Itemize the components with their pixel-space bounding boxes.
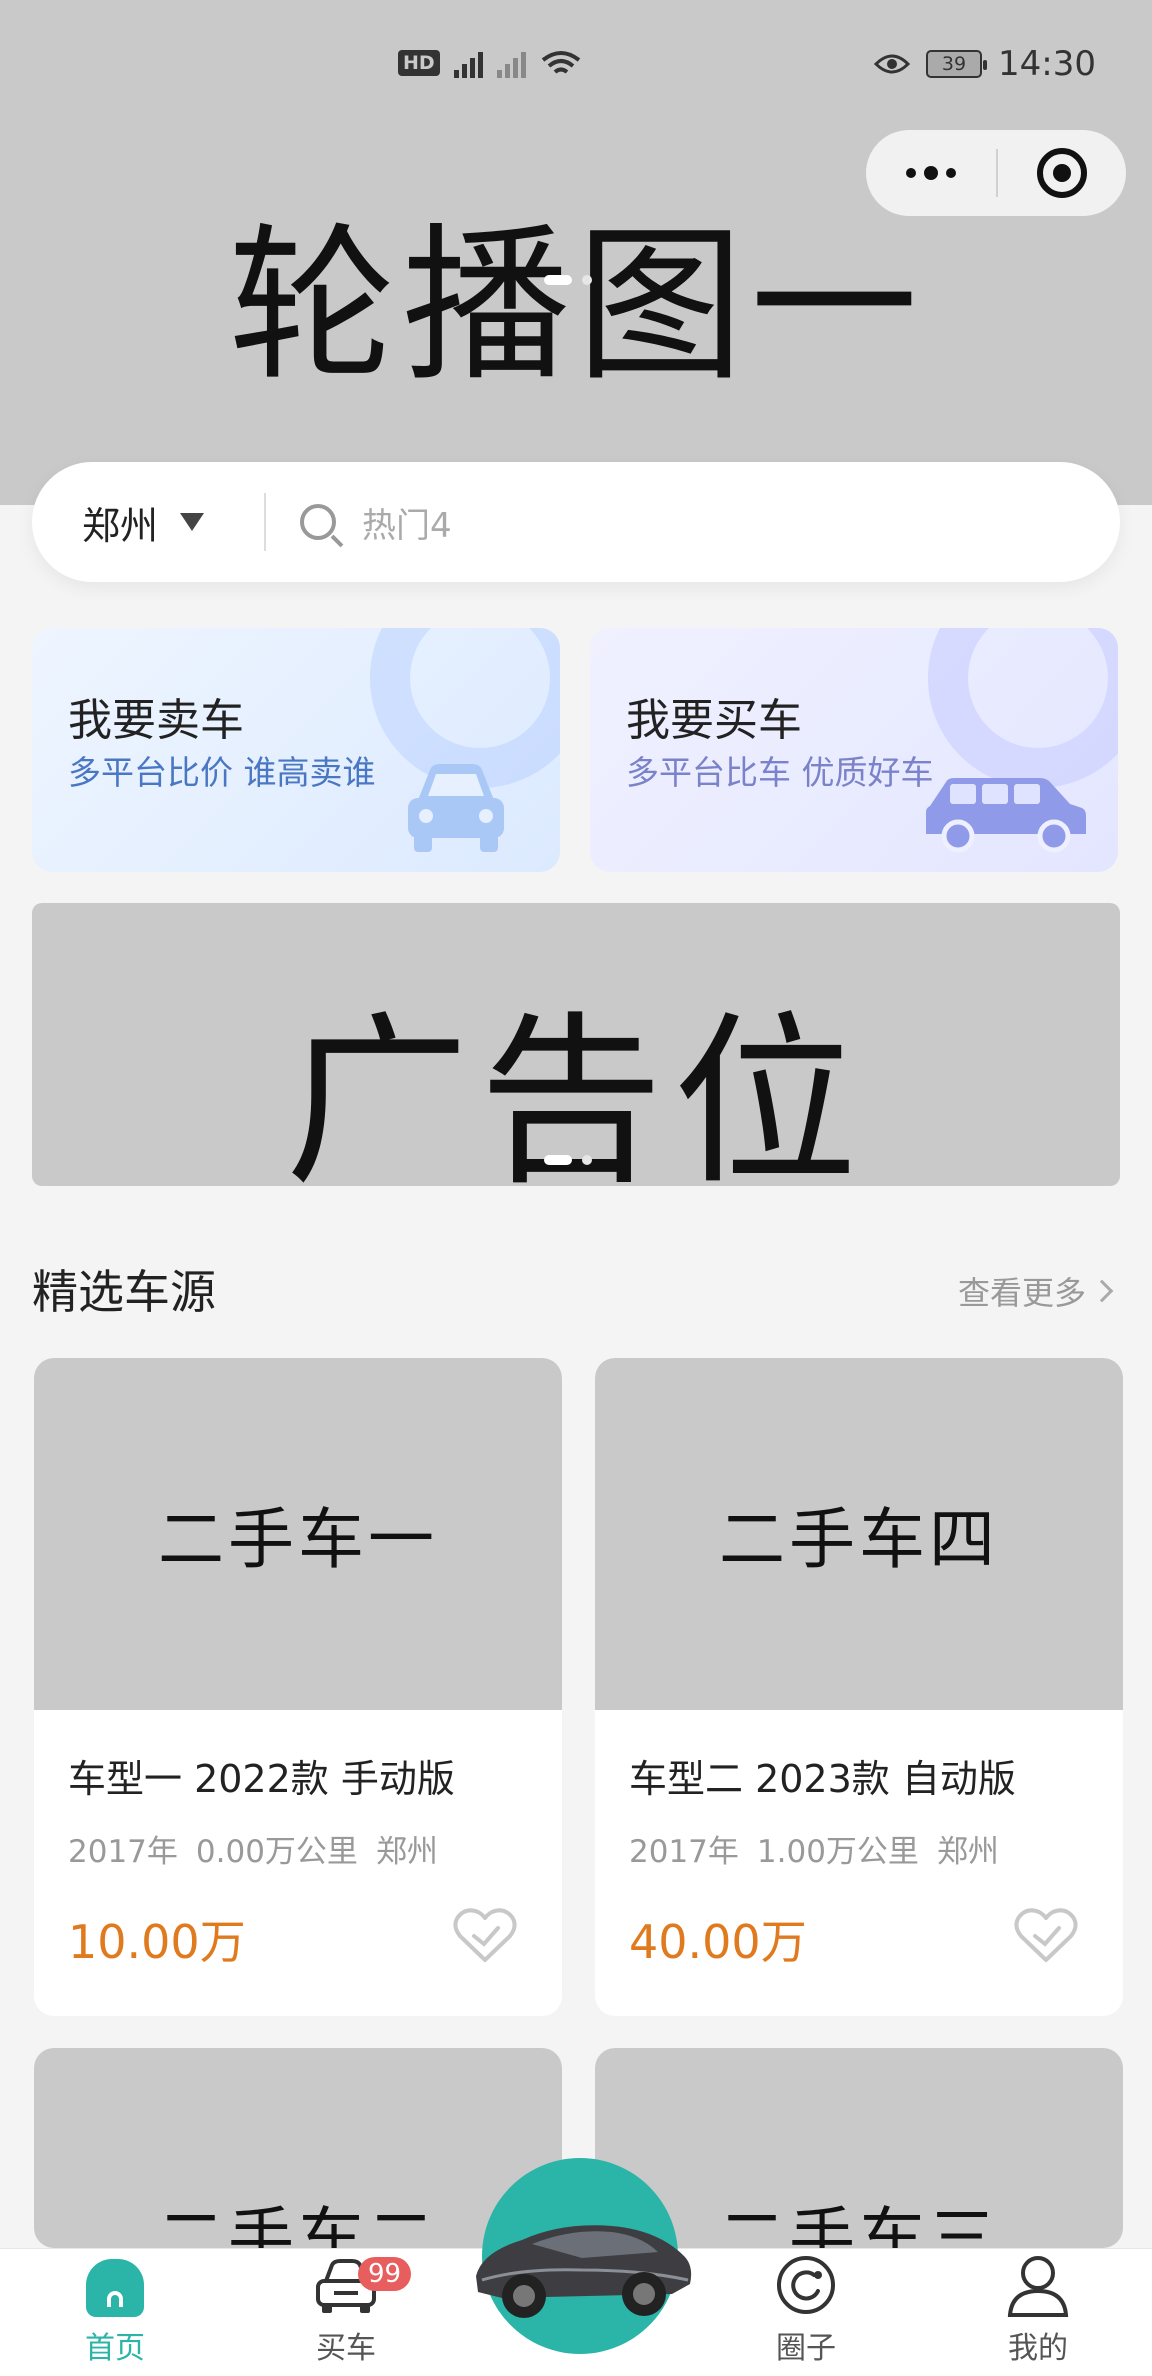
decorative-ring [928,628,1118,788]
buy-car-subtitle: 多平台比车 优质好车 [626,753,934,792]
center-car-button[interactable] [476,2158,692,2354]
miniprogram-capsule [866,130,1126,216]
circle-icon [777,2256,835,2314]
ad-dots [544,1155,592,1165]
tab-buy-car[interactable]: 买车 99 [266,2249,426,2376]
search-bar: 郑州 热门4 [32,462,1120,582]
car-image: 二手车四 [595,1358,1123,1710]
sports-car-icon [476,2225,692,2318]
notification-badge: 99 [358,2257,412,2291]
buy-car-card[interactable]: 我要买车 多平台比车 优质好车 [590,628,1118,872]
car-meta: 2017年 1.00万公里 郑州 [629,1826,999,1871]
user-icon [1007,2256,1069,2317]
caret-down-icon [180,513,205,531]
signal-icon [453,48,483,78]
target-icon [1037,148,1087,198]
sell-car-card[interactable]: 我要卖车 多平台比价 谁高卖谁 [32,628,560,872]
eye-icon [874,54,911,74]
view-more-label: 查看更多 [957,1274,1086,1312]
car-meta: 2017年 0.00万公里 郑州 [68,1826,438,1871]
banner-dots [544,275,592,285]
view-more-link[interactable]: 查看更多 [957,1268,1114,1314]
favorite-heart-icon[interactable] [452,1906,518,1966]
tab-home[interactable]: 首页 [35,2249,195,2376]
section-title: 精选车源 [32,1265,216,1319]
car-image: 二手车一 [34,1358,562,1710]
signal-weak-icon [496,48,526,78]
hd-indicator: HD [398,50,440,76]
car-city: 郑州 [936,1834,999,1870]
search-input[interactable]: 热门4 [300,462,1120,582]
carousel-dot-active [544,275,572,285]
ad-carousel[interactable]: 广告位 [32,903,1120,1210]
favorite-heart-icon[interactable] [1013,1906,1079,1966]
suv-side-icon [926,778,1086,853]
search-placeholder: 热门4 [362,505,452,546]
sell-car-title: 我要卖车 [68,695,244,746]
tab-profile-label: 我的 [1008,2331,1068,2366]
dot-icon [906,168,916,178]
car-image-label: 二手车三 [719,2200,999,2249]
carousel-dot [582,1155,592,1165]
status-right: 39 14:30 [874,44,1096,84]
car-price: 40.00万 [629,1915,807,1969]
ad-title: 广告位 [284,996,867,1210]
car-price: 10.00万 [68,1915,246,1969]
search-icon [300,504,336,540]
tab-profile[interactable]: 我的 [958,2249,1118,2376]
home-icon [86,2259,144,2317]
car-front-icon [408,764,504,852]
car-mileage: 0.00万公里 [195,1834,358,1870]
wifi-icon [541,51,580,74]
tab-circle-label: 圈子 [776,2331,836,2366]
car-card[interactable]: 二手车一 车型一 2022款 手动版 2017年 0.00万公里 郑州 10.0… [34,1358,562,2016]
car-mileage: 1.00万公里 [756,1834,919,1870]
sell-car-subtitle: 多平台比价 谁高卖谁 [68,753,376,792]
car-image-label: 二手车二 [158,2200,438,2249]
tab-home-label: 首页 [85,2331,145,2366]
car-title: 车型二 2023款 自动版 [629,1757,1016,1801]
car-city: 郑州 [375,1834,438,1870]
city-selector[interactable]: 郑州 [32,495,264,550]
dot-icon [946,168,956,178]
dot-icon [924,166,938,180]
battery-icon: 39 [926,50,988,78]
tab-buy-car-label: 买车 [316,2331,376,2366]
chevron-right-icon [1090,1279,1114,1303]
network-indicators: HD [398,48,582,78]
buy-car-title: 我要买车 [626,695,802,746]
more-options-button[interactable] [866,130,996,216]
car-year: 2017年 [68,1834,178,1870]
search-divider [264,493,266,551]
car-title: 车型一 2022款 手动版 [68,1757,455,1801]
status-bar: HD 39 14:30 [0,0,1152,130]
carousel-dot [582,275,592,285]
car-card[interactable]: 二手车四 车型二 2023款 自动版 2017年 1.00万公里 郑州 40.0… [595,1358,1123,2016]
carousel-dot-active [544,1155,572,1165]
city-label: 郑州 [82,503,159,548]
car-year: 2017年 [629,1834,739,1870]
clock: 14:30 [998,44,1096,84]
tab-circle[interactable]: 圈子 [726,2249,886,2376]
close-miniprogram-button[interactable] [998,130,1126,216]
